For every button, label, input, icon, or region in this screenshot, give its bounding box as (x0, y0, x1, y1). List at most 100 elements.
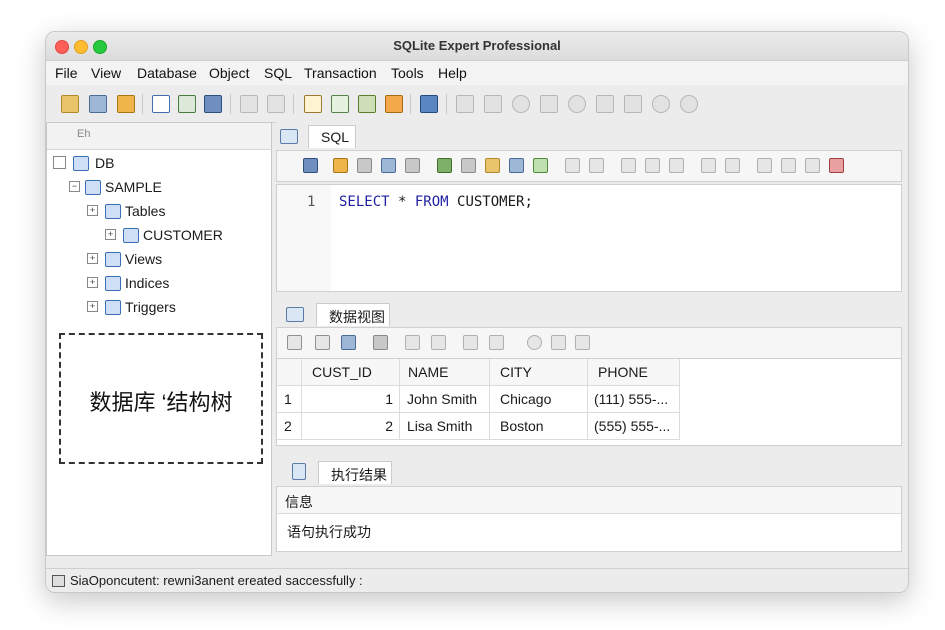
sql-tool-icon-11 (645, 158, 660, 173)
expand-icon[interactable]: + (87, 277, 98, 288)
checkbox-icon[interactable] (53, 156, 66, 169)
column-header[interactable]: NAME (400, 359, 490, 386)
sql-tool-icon-18 (829, 158, 844, 173)
sql-tool-icon-7[interactable] (533, 158, 548, 173)
sql-text: * (389, 194, 415, 210)
execute-icon[interactable] (437, 158, 452, 173)
table-icon (123, 228, 139, 243)
tree-item-label: DB (95, 155, 115, 171)
data-panel-icon (286, 307, 304, 322)
sql-tool-icon-17 (805, 158, 820, 173)
report-icon[interactable] (420, 95, 438, 113)
column-header-label: PHONE (598, 364, 648, 380)
tree-item-triggers[interactable]: + Triggers (87, 297, 257, 317)
tree-item-views[interactable]: + Views (87, 249, 257, 269)
menu-help[interactable]: Help (438, 65, 467, 81)
new-table-icon[interactable] (152, 95, 170, 113)
tab-sql[interactable]: SQL (308, 125, 356, 148)
refresh-icon[interactable] (287, 335, 302, 350)
menu-sql[interactable]: SQL (264, 65, 292, 81)
grid-cell[interactable]: (555) 555-... (588, 413, 680, 440)
data-tool-icon-3[interactable] (373, 335, 388, 350)
tab-data-view-label: 数据视图 (329, 309, 385, 325)
grid-cell[interactable]: 1 (302, 386, 400, 413)
disabled-tool-icon-6 (596, 95, 614, 113)
edit-table-icon[interactable] (178, 95, 196, 113)
grid-cell[interactable]: Boston (490, 413, 588, 440)
tree-item-sample[interactable]: − SAMPLE (69, 177, 259, 197)
data-tool-icon-1[interactable] (315, 335, 330, 350)
sql-tool-icon-3[interactable] (405, 158, 420, 173)
status-bar: SiaOponcutent: rewni3anent ereated sacce… (46, 568, 908, 592)
menu-view[interactable]: View (91, 65, 121, 81)
new-database-icon[interactable] (61, 95, 79, 113)
sql-tool-icon-6[interactable] (509, 158, 524, 173)
column-header[interactable]: PHONE (588, 359, 680, 386)
tree-item-tables[interactable]: + Tables (87, 201, 257, 221)
folder-icon[interactable] (117, 95, 135, 113)
open-sql-icon[interactable] (333, 158, 348, 173)
tree-item-indices[interactable]: + Indices (87, 273, 257, 293)
tree-item-customer[interactable]: + CUSTOMER (105, 225, 265, 245)
main-area: SQL 1 SELECT * FROM CUSTOMER; 数据视图 CUST_… (276, 122, 908, 554)
sql-tool-icon-14 (725, 158, 740, 173)
expand-icon[interactable]: + (87, 301, 98, 312)
sql-tool-icon-13 (701, 158, 716, 173)
sql-editor-icon[interactable] (304, 95, 322, 113)
import-icon[interactable] (385, 95, 403, 113)
grid-cell[interactable]: John Smith (400, 386, 490, 413)
data-tool-icon-2[interactable] (341, 335, 356, 350)
tab-data-view[interactable]: 数据视图 (316, 303, 390, 326)
tree-item-label: Tables (125, 203, 166, 219)
collapse-icon[interactable]: − (69, 181, 80, 192)
sql-editor[interactable]: 1 SELECT * FROM CUSTOMER; (276, 184, 902, 292)
copy-icon[interactable] (240, 95, 258, 113)
column-header-label: CITY (500, 364, 532, 380)
sql-tool-icon-12 (669, 158, 684, 173)
query-icon[interactable] (331, 95, 349, 113)
menu-database[interactable]: Database (137, 65, 197, 81)
sql-keyword: SELECT (339, 194, 390, 210)
export-icon[interactable] (358, 95, 376, 113)
sql-tool-icon-4[interactable] (461, 158, 476, 173)
main-toolbar (46, 86, 908, 123)
sql-tool-icon-1[interactable] (357, 158, 372, 173)
column-header[interactable]: CITY (490, 359, 588, 386)
save-icon[interactable] (204, 95, 222, 113)
disabled-tool-icon-4 (540, 95, 558, 113)
menu-file[interactable]: File (55, 65, 78, 81)
sql-code[interactable]: SELECT * FROM CUSTOMER; (339, 194, 533, 210)
cell-value: (111) 555-... (594, 391, 669, 407)
triggers-folder-icon (105, 300, 121, 315)
grid-cell[interactable]: Lisa Smith (400, 413, 490, 440)
save-sql-icon[interactable] (303, 158, 318, 173)
sql-tool-icon-5[interactable] (485, 158, 500, 173)
sql-tool-icon-8 (565, 158, 580, 173)
expand-icon[interactable]: + (105, 229, 116, 240)
menu-transaction[interactable]: Transaction (304, 65, 377, 81)
tree-item-db[interactable]: DB (53, 153, 263, 173)
data-toolbar (276, 327, 902, 359)
grid-cell[interactable]: Chicago (490, 386, 588, 413)
tab-execution-result[interactable]: 执行结果 (318, 461, 392, 484)
grid-cell[interactable]: (111) 555-... (588, 386, 680, 413)
sql-tool-icon-2[interactable] (381, 158, 396, 173)
column-header[interactable]: CUST_ID (302, 359, 400, 386)
menu-tools[interactable]: Tools (391, 65, 424, 81)
expand-icon[interactable]: + (87, 253, 98, 264)
menu-object[interactable]: Object (209, 65, 249, 81)
tree-item-label: Views (125, 251, 163, 267)
cell-value: Lisa Smith (407, 418, 473, 434)
grid-cell[interactable]: 2 (302, 413, 400, 440)
data-grid: CUST_ID NAME CITY PHONE 1 1 John Smith C… (276, 358, 902, 446)
sql-tool-icon-15 (757, 158, 772, 173)
expand-icon[interactable]: + (87, 205, 98, 216)
row-number-cell[interactable]: 2 (277, 413, 302, 440)
row-number-cell[interactable]: 1 (277, 386, 302, 413)
sql-panel-icon (280, 129, 298, 144)
paste-icon[interactable] (267, 95, 285, 113)
messages-header: 信息 (277, 487, 901, 514)
line-gutter: 1 (277, 185, 331, 291)
open-database-icon[interactable] (89, 95, 107, 113)
result-panel-icon (292, 463, 306, 480)
